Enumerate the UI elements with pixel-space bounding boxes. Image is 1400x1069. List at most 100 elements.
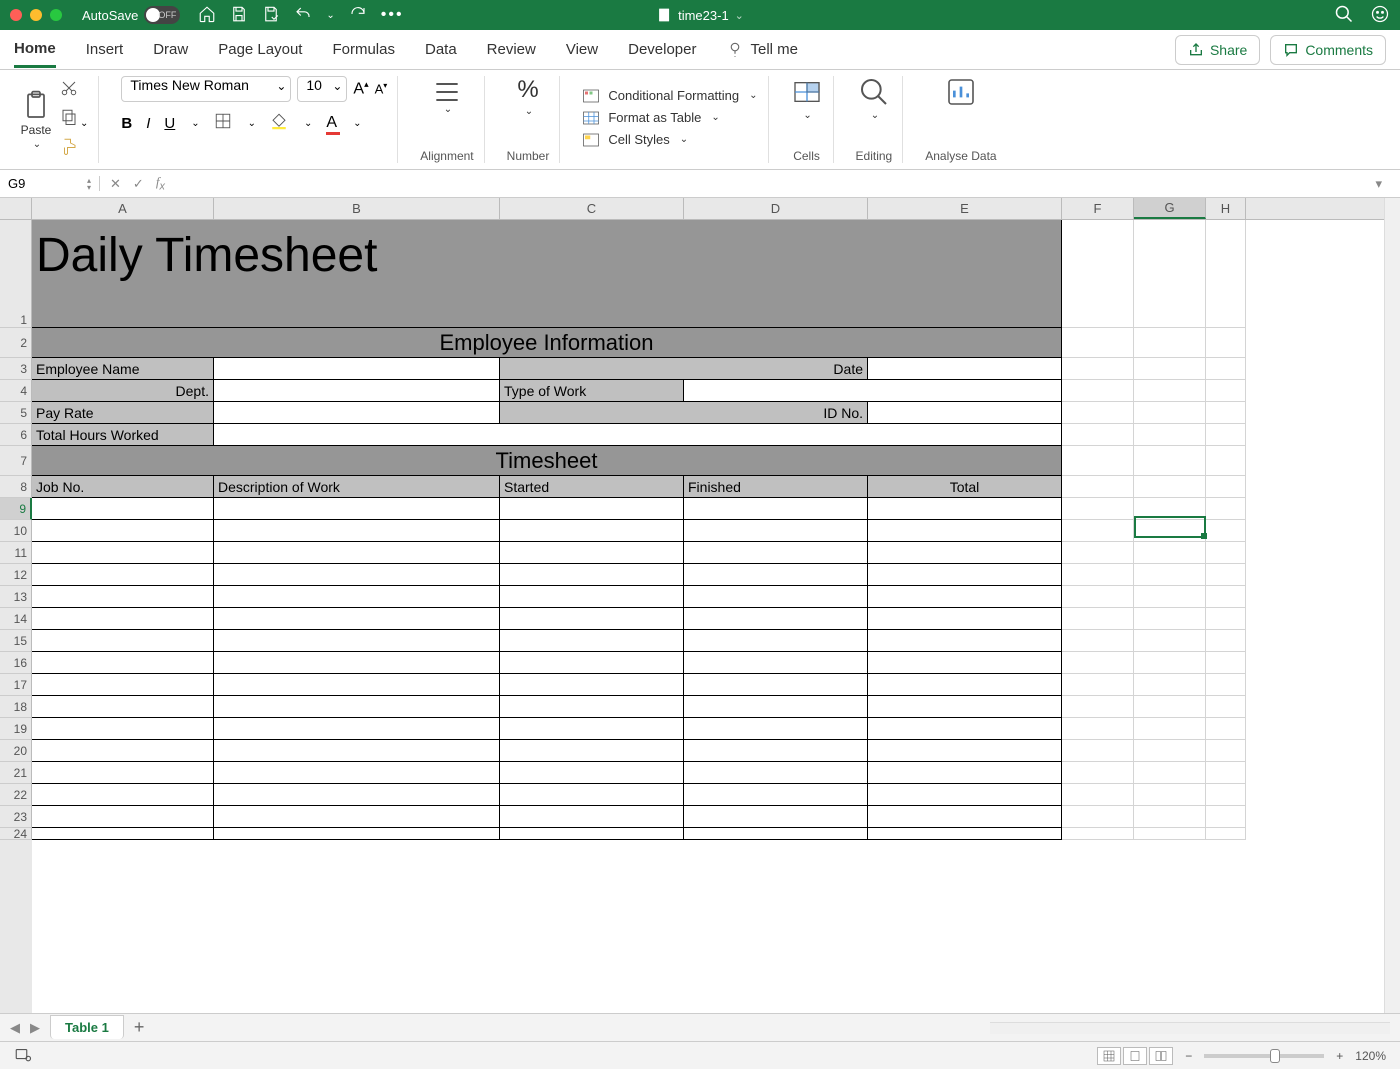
row-header-2[interactable]: 2 — [0, 328, 32, 358]
cell-typework-value[interactable] — [684, 380, 1062, 402]
comments-button[interactable]: Comments — [1270, 35, 1386, 65]
number-format-button[interactable]: %⌄ — [507, 76, 550, 117]
cell-cA-13[interactable] — [32, 586, 214, 608]
redo-icon[interactable] — [349, 5, 367, 26]
cell-cC-11[interactable] — [500, 542, 684, 564]
maximize-window-button[interactable] — [50, 9, 62, 21]
conditional-formatting-button[interactable]: Conditional Formatting⌄ — [582, 87, 757, 105]
cell-section2[interactable]: Timesheet — [32, 446, 1062, 476]
chevron-down-icon[interactable]: ⌄ — [735, 9, 744, 22]
cell-cB-19[interactable] — [214, 718, 500, 740]
view-page-layout-button[interactable] — [1123, 1047, 1147, 1065]
document-title[interactable]: time23-1 ⌄ — [656, 7, 744, 23]
cell-cB-13[interactable] — [214, 586, 500, 608]
col-header-B[interactable]: B — [214, 198, 500, 219]
cell-cA-22[interactable] — [32, 784, 214, 806]
cell-cE-10[interactable] — [868, 520, 1062, 542]
save-as-icon[interactable] — [262, 5, 280, 26]
decrease-font-icon[interactable]: A▾ — [375, 81, 388, 96]
cell-emp-name-value[interactable] — [214, 358, 500, 380]
tab-home[interactable]: Home — [14, 32, 56, 68]
row-header-19[interactable]: 19 — [0, 718, 32, 740]
zoom-level[interactable]: 120% — [1355, 1049, 1386, 1063]
row-header-10[interactable]: 10 — [0, 520, 32, 542]
tab-review[interactable]: Review — [487, 33, 536, 66]
cell-cB-22[interactable] — [214, 784, 500, 806]
row-header-16[interactable]: 16 — [0, 652, 32, 674]
col-header-H[interactable]: H — [1206, 198, 1246, 219]
cell-cD-20[interactable] — [684, 740, 868, 762]
paste-button[interactable]: Paste ⌄ — [20, 89, 52, 150]
cell-cB-11[interactable] — [214, 542, 500, 564]
col-header-D[interactable]: D — [684, 198, 868, 219]
tab-draw[interactable]: Draw — [153, 33, 188, 66]
row-header-21[interactable]: 21 — [0, 762, 32, 784]
cell-cE-19[interactable] — [868, 718, 1062, 740]
row-header-11[interactable]: 11 — [0, 542, 32, 564]
cell-cD-17[interactable] — [684, 674, 868, 696]
row-header-14[interactable]: 14 — [0, 608, 32, 630]
cell-cE-17[interactable] — [868, 674, 1062, 696]
view-page-break-button[interactable] — [1149, 1047, 1173, 1065]
row-header-15[interactable]: 15 — [0, 630, 32, 652]
cell-hdr-started[interactable]: Started — [500, 476, 684, 498]
row-header-13[interactable]: 13 — [0, 586, 32, 608]
cell-cC-16[interactable] — [500, 652, 684, 674]
cell-cA-23[interactable] — [32, 806, 214, 828]
cell-cD-21[interactable] — [684, 762, 868, 784]
cell-cE-14[interactable] — [868, 608, 1062, 630]
cell-cD-16[interactable] — [684, 652, 868, 674]
cell-payrate-value[interactable] — [214, 402, 500, 424]
close-window-button[interactable] — [10, 9, 22, 21]
cell-dept-value[interactable] — [214, 380, 500, 402]
cell-cC-9[interactable] — [500, 498, 684, 520]
name-box[interactable]: G9 ▴▾ — [0, 176, 100, 191]
row-header-18[interactable]: 18 — [0, 696, 32, 718]
cell-cB-23[interactable] — [214, 806, 500, 828]
search-icon[interactable] — [1334, 4, 1354, 27]
cell-cA-11[interactable] — [32, 542, 214, 564]
sheet-next-icon[interactable]: ▶ — [30, 1020, 40, 1036]
expand-formula-icon[interactable]: ▾ — [1375, 176, 1382, 192]
cell-hdr-finished[interactable]: Finished — [684, 476, 868, 498]
col-header-A[interactable]: A — [32, 198, 214, 219]
cell-cD-10[interactable] — [684, 520, 868, 542]
row-header-7[interactable]: 7 — [0, 446, 32, 476]
row-header-23[interactable]: 23 — [0, 806, 32, 828]
cell-cD-24[interactable] — [684, 828, 868, 840]
cell-cC-21[interactable] — [500, 762, 684, 784]
cells-button[interactable]: ⌄ — [791, 76, 823, 121]
cell-cE-20[interactable] — [868, 740, 1062, 762]
cell-cC-23[interactable] — [500, 806, 684, 828]
cell-hdr-job[interactable]: Job No. — [32, 476, 214, 498]
cell-idno-label[interactable]: ID No. — [500, 402, 868, 424]
accept-formula-icon[interactable]: ✓ — [133, 176, 144, 192]
cell-cE-23[interactable] — [868, 806, 1062, 828]
horizontal-scrollbar[interactable] — [990, 1022, 1390, 1034]
cell-cA-24[interactable] — [32, 828, 214, 840]
cell-cB-16[interactable] — [214, 652, 500, 674]
save-icon[interactable] — [230, 5, 248, 26]
alignment-button[interactable]: ⌄ — [420, 76, 473, 121]
autosave-toggle[interactable]: AutoSave OFF — [82, 6, 180, 24]
font-size-select[interactable]: 10 — [297, 76, 347, 102]
cell-cE-21[interactable] — [868, 762, 1062, 784]
cell-cB-24[interactable] — [214, 828, 500, 840]
format-painter-icon[interactable] — [60, 137, 88, 160]
col-header-G[interactable]: G — [1134, 198, 1206, 219]
format-as-table-button[interactable]: Format as Table⌄ — [582, 109, 757, 127]
cell-cC-10[interactable] — [500, 520, 684, 542]
cell-section1[interactable]: Employee Information — [32, 328, 1062, 358]
minimize-window-button[interactable] — [30, 9, 42, 21]
row-header-20[interactable]: 20 — [0, 740, 32, 762]
row-header-1[interactable]: 1 — [0, 220, 32, 328]
cell-cC-15[interactable] — [500, 630, 684, 652]
tab-developer[interactable]: Developer — [628, 33, 696, 66]
row-header-3[interactable]: 3 — [0, 358, 32, 380]
cell-cD-18[interactable] — [684, 696, 868, 718]
cell-cC-18[interactable] — [500, 696, 684, 718]
col-header-F[interactable]: F — [1062, 198, 1134, 219]
macro-record-icon[interactable] — [14, 1045, 32, 1066]
row-header-22[interactable]: 22 — [0, 784, 32, 806]
fx-icon[interactable]: fx — [156, 174, 165, 193]
